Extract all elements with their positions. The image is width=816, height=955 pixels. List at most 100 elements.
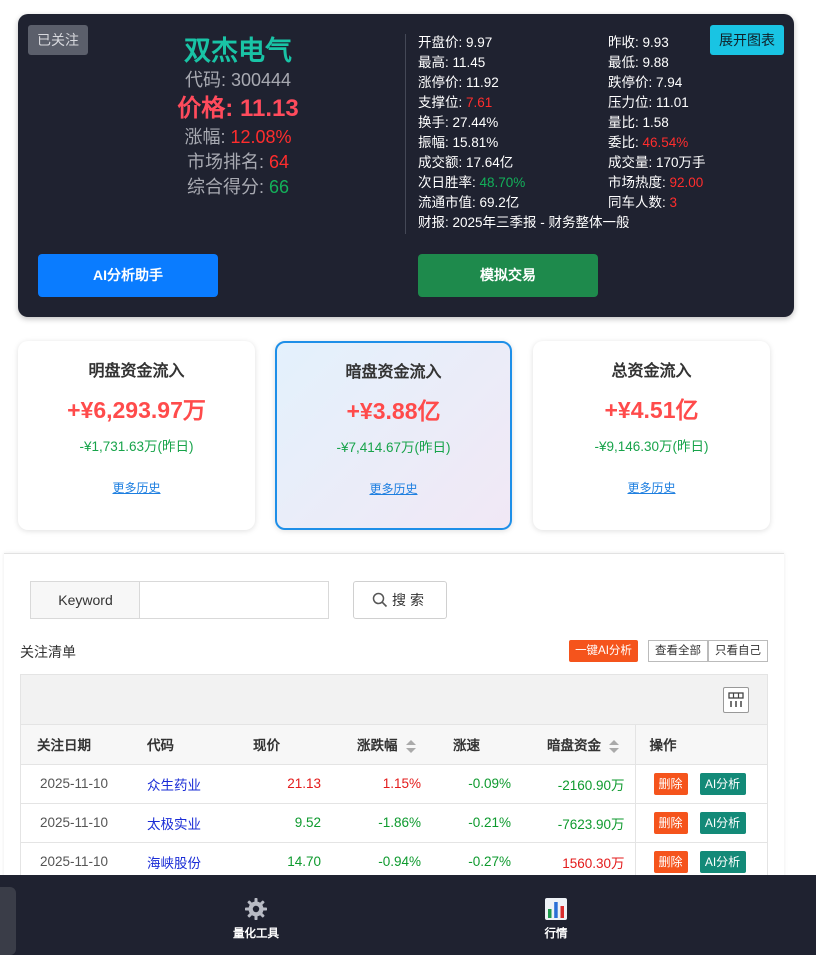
header-change[interactable]: 涨跌幅	[337, 725, 435, 765]
watchlist-title: 关注清单	[20, 644, 76, 660]
delete-button[interactable]: 删除	[653, 811, 688, 834]
search-button-label: 搜索	[392, 592, 428, 608]
dark-fund-flow-card[interactable]: 暗盘资金流入 +¥3.88亿 -¥7,414.67万(昨日) 更多历史	[275, 341, 512, 530]
stock-name-link[interactable]: 众生药业	[129, 764, 235, 804]
stock-name-link[interactable]: 太极实业	[129, 803, 235, 843]
table-toolbar	[21, 675, 767, 725]
side-drawer-handle[interactable]	[0, 887, 16, 955]
view-self-button[interactable]: 只看自己	[708, 640, 768, 662]
metric-value: 46.54%	[642, 135, 689, 150]
metric-item: 流通市值: 69.2亿	[418, 193, 608, 213]
metric-value: 170万手	[656, 155, 706, 170]
flow-value: +¥6,293.97万	[67, 397, 206, 423]
metric-value: 69.2亿	[479, 195, 520, 210]
nav-item-quant-tools[interactable]: 量化工具	[216, 897, 296, 941]
metric-item: 支撑位: 7.61	[418, 93, 608, 113]
metric-label: 开盘价:	[418, 35, 467, 50]
cell-date: 2025-11-10	[21, 803, 129, 843]
header-code[interactable]: 代码	[129, 725, 235, 765]
table-row[interactable]: 2025-11-10 太极实业 9.52 -1.86% -0.21% -7623.90万删…	[21, 803, 767, 843]
flow-title: 明盘资金流入	[88, 363, 185, 380]
stock-code: 300444	[230, 70, 292, 90]
header-dark-fund[interactable]: 暗盘资金	[525, 725, 635, 765]
stock-price: 11.13	[239, 95, 299, 122]
metric-row: 成交额: 17.64亿 成交量: 170万手	[418, 153, 788, 173]
cell-dark-fund: -7623.90万	[525, 803, 635, 843]
metric-value: 92.00	[669, 175, 704, 190]
one-click-ai-button[interactable]: 一键AI分析	[569, 640, 638, 662]
view-all-button[interactable]: 查看全部	[648, 640, 708, 662]
metric-value: 9.93	[642, 35, 669, 50]
header-date[interactable]: 关注日期	[21, 725, 129, 765]
metric-item: 涨停价: 11.92	[418, 73, 608, 93]
financial-report-text: 财报: 2025年三季报 - 财务整体一般	[418, 215, 630, 230]
header-actions: 操作	[634, 725, 767, 765]
more-history-link[interactable]: 更多历史	[18, 479, 255, 497]
metric-label: 次日胜率:	[418, 175, 480, 190]
metric-value: 17.64亿	[466, 155, 514, 170]
more-history-link[interactable]: 更多历史	[277, 480, 510, 498]
metric-value: 11.01	[656, 95, 689, 110]
stock-name: 双杰电气	[184, 36, 292, 66]
metric-row: 最高: 11.45 最低: 9.88	[418, 53, 788, 73]
metric-label: 支撑位:	[418, 95, 467, 110]
delete-button[interactable]: 删除	[653, 772, 688, 795]
financial-report: 财报: 2025年三季报 - 财务整体一般	[418, 213, 788, 233]
stock-summary-card: 已关注 展开图表 双杰电气 代码: 300444 价格: 11.13 涨幅: 1…	[18, 14, 794, 317]
market-rank-line: 市场排名: 64	[138, 150, 338, 175]
cell-speed: -0.09%	[435, 764, 525, 804]
cell-date: 2025-11-10	[21, 764, 129, 804]
metric-value: 1.58	[642, 115, 669, 130]
ai-analysis-button[interactable]: AI分析	[699, 811, 746, 834]
metric-row: 流通市值: 69.2亿 同车人数: 3	[418, 193, 788, 213]
flow-value: +¥3.88亿	[346, 398, 441, 424]
simulated-trade-button[interactable]: 模拟交易	[418, 254, 598, 297]
metric-row: 振幅: 15.81% 委比: 46.54%	[418, 133, 788, 153]
flow-title: 暗盘资金流入	[345, 364, 442, 381]
metric-item: 委比: 46.54%	[608, 133, 788, 153]
sort-icon[interactable]	[609, 739, 619, 754]
metric-row: 换手: 27.44% 量比: 1.58	[418, 113, 788, 133]
cell-dark-fund: -2160.90万	[525, 764, 635, 804]
followed-badge[interactable]: 已关注	[28, 25, 88, 55]
nav-label: 量化工具	[233, 928, 279, 940]
overall-score: 66	[268, 177, 290, 197]
column-settings-icon[interactable]	[723, 687, 749, 713]
metric-label: 市场热度:	[608, 175, 670, 190]
metric-item: 振幅: 15.81%	[418, 133, 608, 153]
ai-analysis-button[interactable]: AI分析	[699, 850, 746, 873]
flow-previous-day: -¥7,414.67万(昨日)	[336, 440, 451, 455]
metric-label: 同车人数:	[608, 195, 670, 210]
header-speed[interactable]: 涨速	[435, 725, 525, 765]
delete-button[interactable]: 删除	[653, 850, 688, 873]
keyword-input[interactable]	[139, 581, 329, 619]
cell-actions: 删除 AI分析	[634, 764, 767, 804]
search-button[interactable]: 搜索	[353, 581, 447, 619]
gear-icon	[245, 898, 267, 920]
table-row[interactable]: 2025-11-10 众生药业 21.13 1.15% -0.09% -2160.90万删…	[21, 764, 767, 804]
metric-label: 涨停价:	[418, 75, 467, 90]
metric-item: 最高: 11.45	[418, 53, 608, 73]
table-header-row: 关注日期 代码 现价 涨跌幅 涨速 暗盘资金 操作	[21, 725, 767, 765]
keyword-label: Keyword	[30, 581, 140, 619]
metric-item: 开盘价: 9.97	[418, 33, 608, 53]
metric-item: 市场热度: 92.00	[608, 173, 788, 193]
nav-item-market[interactable]: 行情	[516, 897, 596, 941]
stock-price-label: 价格:	[177, 95, 240, 122]
ai-assistant-button[interactable]: AI分析助手	[38, 254, 218, 297]
metric-item: 次日胜率: 48.70%	[418, 173, 608, 193]
header-price[interactable]: 现价	[235, 725, 337, 765]
ai-analysis-button[interactable]: AI分析	[699, 772, 746, 795]
sort-icon[interactable]	[405, 739, 416, 754]
stock-change-label: 涨幅:	[184, 127, 231, 147]
metric-value: 7.61	[466, 95, 493, 110]
stock-basic-info: 双杰电气 代码: 300444 价格: 11.13 涨幅: 12.08% 市场排…	[138, 34, 338, 200]
cell-actions: 删除 AI分析	[634, 803, 767, 843]
cell-price: 21.13	[235, 764, 337, 804]
metric-value: 3	[669, 195, 678, 210]
market-rank: 64	[268, 152, 290, 172]
metric-item: 换手: 27.44%	[418, 113, 608, 133]
metric-item: 同车人数: 3	[608, 193, 788, 213]
metric-value: 48.70%	[479, 175, 526, 190]
more-history-link[interactable]: 更多历史	[533, 479, 770, 497]
